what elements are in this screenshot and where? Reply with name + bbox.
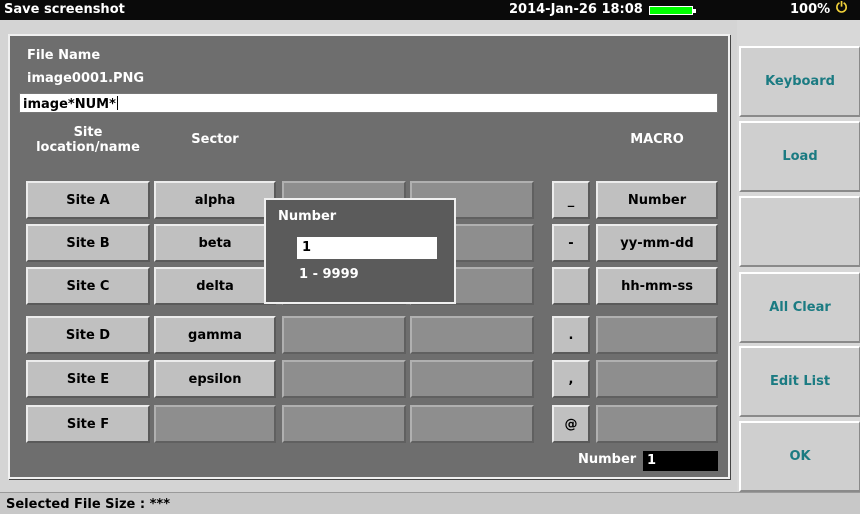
symbol-button-1[interactable]: _ bbox=[552, 181, 590, 219]
file-size-status: Selected File Size : *** bbox=[6, 497, 171, 512]
sector-button-2[interactable]: beta bbox=[154, 224, 276, 262]
site-header: Site location/name bbox=[36, 125, 140, 155]
battery-icon bbox=[649, 6, 696, 15]
user-button-3-6[interactable] bbox=[282, 405, 406, 443]
popup-range: 1 - 9999 bbox=[299, 267, 359, 282]
battery-percent: 100% bbox=[790, 2, 831, 17]
site-button-3[interactable]: Site C bbox=[26, 267, 150, 305]
text-caret bbox=[116, 96, 118, 110]
softkey-keyboard[interactable]: Keyboard bbox=[739, 46, 860, 117]
popup-number-input[interactable]: 1 bbox=[297, 237, 437, 259]
sector-button-4[interactable]: gamma bbox=[154, 316, 276, 354]
status-bar: Selected File Size : *** bbox=[0, 492, 860, 514]
file-name-label: File Name bbox=[27, 48, 101, 63]
softkey-blank[interactable] bbox=[739, 196, 860, 267]
macro-button-6[interactable] bbox=[596, 405, 718, 443]
number-popup: Number 1 1 - 9999 bbox=[264, 198, 456, 304]
macro-header: MACRO bbox=[630, 132, 684, 147]
softkey-all-clear[interactable]: All Clear bbox=[739, 272, 860, 343]
power-plug-icon: ⏻ bbox=[836, 0, 848, 16]
number-label: Number bbox=[578, 452, 637, 467]
popup-title: Number bbox=[278, 209, 337, 224]
site-button-6[interactable]: Site F bbox=[26, 405, 150, 443]
symbol-button-5[interactable]: , bbox=[552, 360, 590, 398]
symbol-button-2[interactable]: - bbox=[552, 224, 590, 262]
macro-button-2[interactable]: yy-mm-dd bbox=[596, 224, 718, 262]
user-button-4-4[interactable] bbox=[410, 316, 534, 354]
symbol-button-4[interactable]: . bbox=[552, 316, 590, 354]
sector-button-5[interactable]: epsilon bbox=[154, 360, 276, 398]
current-file-name: image0001.PNG bbox=[27, 71, 145, 86]
sector-button-1[interactable]: alpha bbox=[154, 181, 276, 219]
softkey-ok[interactable]: OK bbox=[739, 421, 860, 492]
site-button-4[interactable]: Site D bbox=[26, 316, 150, 354]
user-button-4-6[interactable] bbox=[410, 405, 534, 443]
user-button-4-5[interactable] bbox=[410, 360, 534, 398]
softkey-edit-list[interactable]: Edit List bbox=[739, 346, 860, 417]
sector-header: Sector bbox=[191, 132, 239, 147]
site-button-1[interactable]: Site A bbox=[26, 181, 150, 219]
title-bar: Save screenshot 2014-Jan-26 18:08 100% ⏻ bbox=[0, 0, 860, 20]
macro-button-3[interactable]: hh-mm-ss bbox=[596, 267, 718, 305]
symbol-button-6[interactable]: @ bbox=[552, 405, 590, 443]
macro-button-4[interactable] bbox=[596, 316, 718, 354]
file-name-input-value: image*NUM* bbox=[23, 97, 116, 112]
user-button-3-5[interactable] bbox=[282, 360, 406, 398]
window-title: Save screenshot bbox=[4, 2, 125, 17]
user-button-3-4[interactable] bbox=[282, 316, 406, 354]
macro-button-5[interactable] bbox=[596, 360, 718, 398]
softkey-load[interactable]: Load bbox=[739, 121, 860, 192]
sector-button-3[interactable]: delta bbox=[154, 267, 276, 305]
sector-button-6[interactable] bbox=[154, 405, 276, 443]
macro-button-1[interactable]: Number bbox=[596, 181, 718, 219]
symbol-button-3[interactable] bbox=[552, 267, 590, 305]
number-value-field[interactable]: 1 bbox=[643, 451, 718, 471]
file-name-input[interactable]: image*NUM* bbox=[19, 93, 718, 113]
site-button-2[interactable]: Site B bbox=[26, 224, 150, 262]
datetime: 2014-Jan-26 18:08 bbox=[509, 2, 643, 17]
site-button-5[interactable]: Site E bbox=[26, 360, 150, 398]
